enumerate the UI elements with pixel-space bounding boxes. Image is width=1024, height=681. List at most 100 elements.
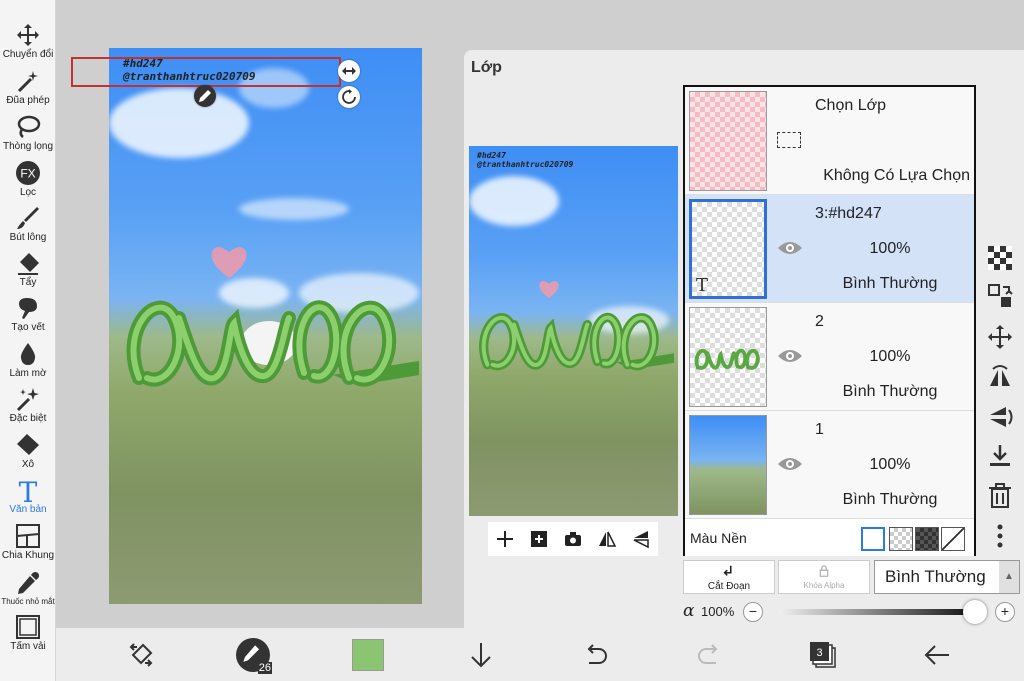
text-selection-box[interactable]	[71, 57, 341, 87]
camera-icon	[565, 532, 581, 546]
tool-eyedropper[interactable]: Thuốc nhỏ mắt	[0, 570, 56, 606]
layer-row[interactable]: 1 100% Bình Thường	[685, 411, 974, 519]
layer-swap-icon[interactable]	[987, 283, 1013, 309]
selection-layer-title: Chọn Lớp	[815, 97, 886, 114]
back-button[interactable]	[920, 638, 954, 672]
layer-row[interactable]: T 3:#hd247 100% Bình Thường	[685, 195, 974, 303]
tool-canvas[interactable]: Tấm vải	[0, 614, 56, 652]
alpha-symbol: α	[683, 601, 695, 621]
bg-swatch-checker-dark[interactable]	[915, 527, 939, 551]
tool-label: Chia Khung	[1, 550, 55, 561]
add-layer-copy-button[interactable]	[529, 529, 549, 549]
tool-text[interactable]: T Văn bản	[0, 476, 56, 515]
preview-action-bar	[488, 522, 658, 556]
tool-label: Bút lông	[9, 232, 47, 243]
selection-status: Không Có Lựa Chọn	[823, 167, 970, 184]
tool-label: Thòng lọng	[2, 141, 54, 152]
opacity-increase-button[interactable]: +	[995, 602, 1015, 622]
save-download-button[interactable]	[464, 638, 498, 672]
layer-thumbnail	[689, 307, 767, 407]
transform-toggle-button[interactable]	[124, 638, 158, 672]
add-layer-button[interactable]	[495, 529, 515, 549]
tool-blur[interactable]: Làm mờ	[0, 341, 56, 379]
transparency-checker-icon[interactable]	[987, 245, 1013, 271]
opacity-decrease-button[interactable]: −	[743, 602, 763, 622]
tool-lasso[interactable]: Thòng lọng	[0, 114, 56, 152]
undo-icon	[587, 644, 607, 664]
svg-text:FX: FX	[20, 167, 35, 181]
tool-label: Đũa phép	[6, 95, 50, 106]
tool-frame-divider[interactable]: Chia Khung	[0, 523, 56, 561]
flip-horizontal-button[interactable]	[597, 529, 617, 549]
tool-smudge[interactable]: Tạo vết	[0, 295, 56, 333]
tool-label: Tẩy	[19, 277, 37, 288]
tool-label: Đặc biệt	[9, 413, 47, 424]
undo-button[interactable]	[578, 638, 612, 672]
color-picker-button[interactable]	[351, 638, 385, 672]
layer-blend-mode: Bình Thường	[842, 275, 938, 292]
tool-filter[interactable]: FX Lọc	[0, 160, 56, 198]
merge-down-icon[interactable]	[987, 443, 1013, 469]
redo-button[interactable]	[693, 638, 727, 672]
opacity-value: 100%	[701, 604, 735, 619]
opacity-slider[interactable]	[779, 609, 975, 615]
preview-heart-icon	[539, 281, 559, 299]
move-layer-icon[interactable]	[987, 324, 1013, 350]
pink-heart-icon	[211, 247, 247, 278]
redo-icon	[698, 644, 718, 664]
eye-icon[interactable]	[777, 347, 803, 365]
more-options-icon[interactable]	[987, 523, 1013, 549]
background-color-row: Màu Nền	[685, 520, 974, 556]
bg-swatch-checker-light[interactable]	[889, 527, 913, 551]
canvas-icon	[0, 614, 56, 640]
layer-list: Chọn Lớp Không Có Lựa Chọn T 3:#hd247 10…	[683, 85, 976, 556]
swap-arrows-icon	[129, 643, 153, 667]
tool-label: Văn bản	[9, 504, 47, 515]
artwork-canvas[interactable]: #hd247 @tranthanhtruc020709	[109, 48, 422, 604]
selection-layer-row[interactable]: Chọn Lớp Không Có Lựa Chọn	[685, 87, 974, 195]
tool-eraser[interactable]: Tẩy	[0, 250, 56, 288]
bottom-bar: 26 3	[56, 628, 1024, 681]
owo-thumbnail	[694, 348, 760, 370]
tool-special[interactable]: Đặc biệt	[0, 386, 56, 424]
eye-icon[interactable]	[777, 239, 803, 257]
tool-magic-wand[interactable]: Đũa phép	[0, 68, 56, 106]
clipping-button[interactable]: Cắt Đoạn	[683, 560, 775, 594]
bg-swatch-white[interactable]	[861, 527, 885, 551]
opacity-slider-thumb[interactable]	[963, 600, 987, 624]
brush-size-button[interactable]: 26	[236, 638, 272, 674]
canvas-preview[interactable]: #hd247 @tranthanhtruc020709	[469, 146, 678, 516]
opacity-row: α 100% − +	[683, 600, 1024, 624]
brush-size-indicator: 26	[236, 638, 272, 674]
tool-move[interactable]: Chuyển đổi	[0, 22, 56, 60]
owo-lettering	[126, 300, 419, 387]
preview-text-line2: @tranthanhtruc020709	[477, 160, 574, 169]
tool-bucket[interactable]: Xô	[0, 432, 56, 470]
selection-layer-thumbnail	[689, 91, 767, 191]
lasso-icon	[0, 114, 56, 140]
layers-button[interactable]: 3	[806, 638, 840, 672]
flip-vertical-button[interactable]	[631, 529, 651, 549]
layer-row[interactable]: 2 100% Bình Thường	[685, 303, 974, 411]
scale-handle[interactable]	[338, 60, 360, 82]
camera-button[interactable]	[563, 529, 583, 549]
flip-layer-vertical-icon[interactable]	[987, 404, 1013, 430]
rotate-icon	[342, 89, 356, 104]
tool-label: Chuyển đổi	[2, 49, 54, 60]
blur-drop-icon	[0, 341, 56, 367]
eye-icon[interactable]	[777, 455, 803, 473]
layer-opacity: 100%	[869, 456, 911, 473]
eraser-icon	[0, 250, 56, 276]
flip-layer-horizontal-icon[interactable]	[987, 364, 1013, 390]
current-color-swatch	[352, 639, 384, 671]
alpha-lock-button[interactable]: Khóa Alpha	[778, 560, 870, 594]
tool-label: Xô	[21, 459, 35, 470]
edit-text-handle[interactable]	[194, 85, 216, 107]
bg-swatch-none[interactable]	[941, 527, 965, 551]
brush-size-value: 26	[257, 662, 272, 674]
blend-mode-select[interactable]: Bình Thường ▲	[874, 560, 1020, 594]
magic-wand-icon	[0, 68, 56, 94]
trash-icon[interactable]	[987, 483, 1013, 509]
rotate-handle[interactable]	[338, 86, 360, 108]
tool-brush[interactable]: Bút lông	[0, 205, 56, 243]
